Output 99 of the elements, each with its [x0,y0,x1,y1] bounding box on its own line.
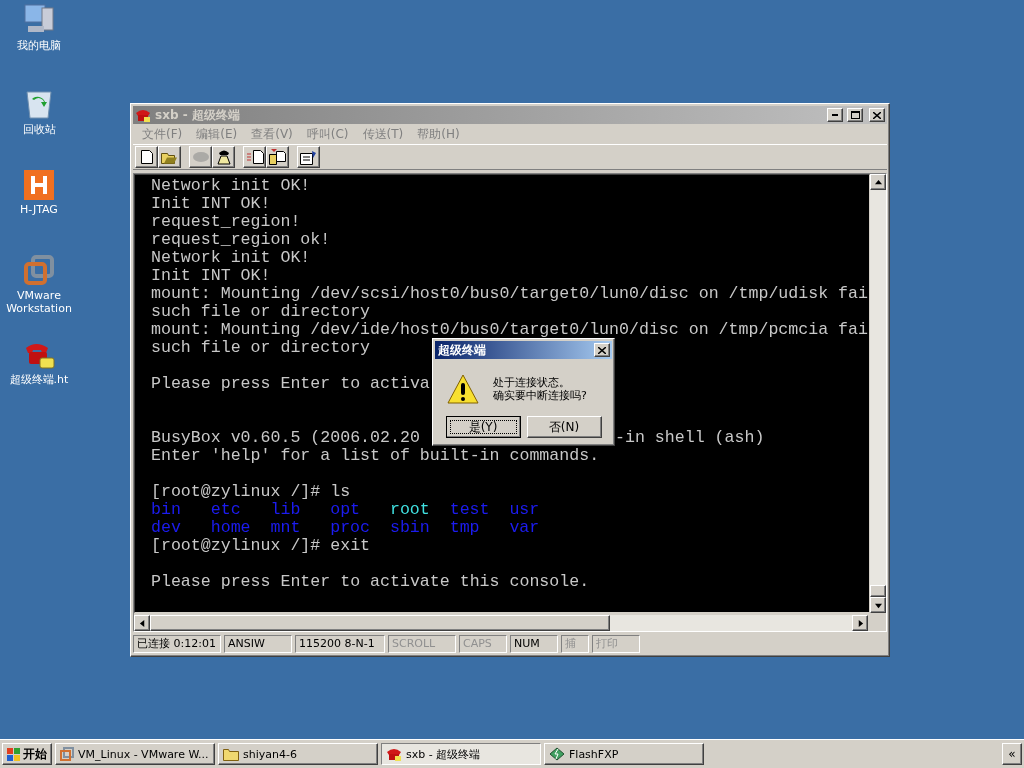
terminal-text: BusyBox v0.60.5 (2006.02.20 [151,429,421,447]
folder-icon [223,747,239,761]
menu-item[interactable]: 帮助(H) [410,125,467,143]
taskbar-button[interactable]: FlashFXP [544,743,704,765]
directory-name: dev [151,518,181,537]
terminal-text: Please press Enter to activa [151,375,430,393]
telephone-icon [216,149,231,165]
dialog-message: 处于连接状态。 [493,375,571,389]
status-panel: 已连接 0:12:01 [133,635,221,653]
terminal-text: such file or directory [151,303,371,321]
maximize-icon [850,111,860,119]
menu-item[interactable]: 呼叫(C) [299,125,356,143]
dialog-message: 确实要中断连接吗? [493,388,587,402]
desktop-icon-label[interactable]: 回收站 [1,123,77,136]
directory-name: opt [330,500,361,519]
directory-name: lib [270,500,301,519]
overlapping-squares-icon [60,747,74,761]
toolbar-button[interactable] [243,146,266,168]
terminal-text: request_region! [151,213,301,231]
down-arrow-icon [874,601,882,609]
start-button[interactable]: 开始 [2,743,52,765]
window-title: sxb - 超级终端 [155,106,241,124]
terminal-text: Network init OK! [151,177,311,195]
terminal-text: mount: Mounting /dev/scsi/host0/bus0/target0/lun0/disc on /tmp/udisk fai [151,285,868,303]
taskbar-button[interactable]: VM_Linux - VMware W... [55,743,215,765]
toolbar-button[interactable] [297,146,320,168]
directory-name: home [210,518,251,537]
terminal-text: request_region ok! [151,231,331,249]
terminal-text: Network init OK! [151,249,311,267]
dialog-button[interactable]: 否(N) [526,416,602,438]
menu-item[interactable]: 文件(F) [135,125,190,143]
close-icon [598,346,606,354]
status-panel: NUM [510,635,558,653]
properties-icon [300,149,317,165]
directory-name: etc [210,500,241,519]
desktop-icon-label[interactable]: 超级终端.ht [1,373,77,386]
page-folder-icon [269,149,286,165]
lightning-icon [549,747,565,761]
terminal-text: Enter 'help' for a list of built-in commands. [151,447,600,465]
terminal-text: Init INT OK! [151,267,271,285]
open-folder-icon [161,150,178,164]
up-arrow-icon [874,178,882,186]
directory-name: root [389,500,430,519]
right-arrow-icon [856,619,864,627]
directory-name: var [509,518,540,537]
status-panel: 115200 8-N-1 [295,635,385,653]
directory-name: tmp [449,518,480,537]
close-icon [873,111,881,119]
menu-item[interactable]: 编辑(E) [189,125,245,143]
scrollbar-thumb[interactable] [870,585,886,597]
directory-name: sbin [389,518,430,537]
blank-page-icon [140,150,153,164]
toolbar-button[interactable] [158,146,181,168]
menu-item[interactable]: 查看(V) [244,125,300,143]
taskbar-button[interactable]: sxb - 超级终端 [381,743,541,765]
windows-flag-icon [7,747,21,761]
toolbar-button[interactable] [212,146,235,168]
telephone-icon [386,747,402,761]
dialog-button[interactable]: 是(Y) [445,416,521,438]
desktop-icon-label[interactable]: VMware Workstation [1,289,77,315]
terminal-text: mount: Mounting /dev/ide/host0/bus0/target0/lun0/disc on /tmp/pcmcia fai [151,321,868,339]
menu-item[interactable]: 传送(T) [355,125,411,143]
status-panel: 打印 [592,635,640,653]
terminal-text: such file or directory [151,339,371,357]
vertical-scrollbar[interactable] [870,174,886,613]
terminal-text: Init INT OK! [151,195,271,213]
directory-name: test [449,500,490,519]
warning-icon [447,373,479,404]
maximize-button[interactable] [847,108,863,122]
terminal-text: -in shell (ash) [615,429,765,447]
toolbar-button[interactable] [135,146,158,168]
terminal-text: [root@zylinux /]# ls [151,483,351,501]
status-panel: ANSIW [224,635,292,653]
minimize-button[interactable] [827,108,843,122]
tray-expand-button[interactable]: « [1002,743,1022,765]
toolbar-button[interactable] [266,146,289,168]
close-button[interactable] [869,108,885,122]
desktop-icon-label[interactable]: 我的电脑 [1,39,77,52]
horizontal-scrollbar[interactable] [134,615,868,631]
close-button[interactable] [594,343,610,357]
status-panel: 捕 [561,635,589,653]
terminal-text: [root@zylinux /]# exit [151,537,371,555]
status-panel: SCROLL [388,635,456,653]
terminal-text: Please press Enter to activate this console. [151,573,590,591]
page-send-icon [245,150,264,164]
status-panel: CAPS [459,635,507,653]
taskbar-button[interactable]: shiyan4-6 [218,743,378,765]
telephone-icon [135,108,151,122]
left-arrow-icon [138,619,146,627]
phone-handset-icon [191,151,210,163]
directory-name: usr [509,500,540,519]
overlapping-squares-icon [23,254,55,286]
directory-name: mnt [270,518,301,537]
dialog-title: 超级终端 [438,341,486,359]
directory-name: proc [330,518,371,537]
desktop-icon-label[interactable]: H-JTAG [1,203,77,216]
minimize-icon [832,114,838,116]
directory-name: bin [151,500,181,519]
h-logo-icon [24,170,54,200]
